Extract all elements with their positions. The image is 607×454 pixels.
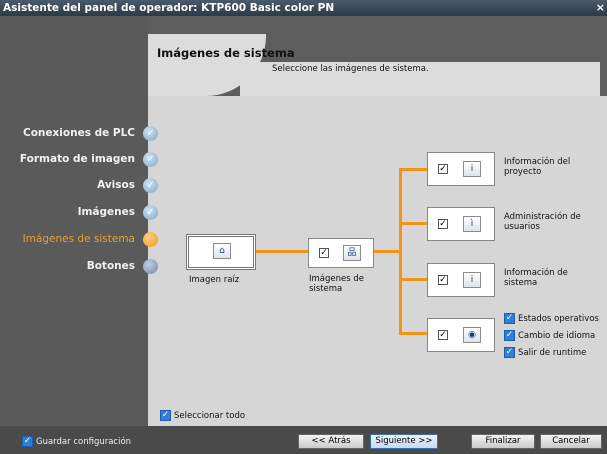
lang-change-checkbox[interactable]: ✓: [504, 330, 515, 341]
finish-button[interactable]: Finalizar: [471, 434, 535, 449]
user-icon: ì: [463, 216, 481, 232]
next-button[interactable]: Siguiente >>: [370, 434, 438, 449]
system-info-checkbox[interactable]: ✓: [438, 275, 448, 285]
runtime-icon: ◉: [463, 327, 481, 343]
page-title: Imágenes de sistema: [157, 46, 295, 60]
project-info-node[interactable]: ✓ i: [427, 152, 495, 186]
check-done-icon: ✓: [143, 178, 158, 193]
project-info-label: Información del proyecto: [504, 157, 571, 177]
connector-line: [255, 250, 308, 253]
check-done-icon: ✓: [143, 152, 158, 167]
select-all-checkbox[interactable]: ✓: [160, 410, 171, 421]
nav-item-system-screens[interactable]: Imágenes de sistema: [0, 232, 162, 248]
back-button[interactable]: << Atrás: [298, 434, 364, 449]
system-screens-label: Imágenes de sistema: [309, 274, 364, 294]
nav-item-screens[interactable]: Imágenes ✓: [0, 205, 162, 221]
current-step-icon: [143, 232, 158, 247]
computer-info-icon: i: [463, 272, 481, 288]
nav-item-plc-connections[interactable]: Conexiones de PLC ✓: [0, 126, 162, 142]
op-states-label: Estados operativos: [518, 314, 599, 324]
save-config-label: Guardar configuración: [36, 437, 132, 447]
nav-item-alarms[interactable]: Avisos ✓: [0, 178, 162, 194]
system-info-label: Información de sistema: [504, 268, 568, 288]
window-title: Asistente del panel de operador: KTP600 …: [3, 2, 335, 14]
page-subtitle: Seleccione las imágenes de sistema.: [272, 64, 429, 74]
network-icon: 品: [343, 245, 361, 261]
root-screen-label: Imagen raíz: [189, 275, 240, 285]
project-info-checkbox[interactable]: ✓: [438, 164, 448, 174]
user-admin-checkbox[interactable]: ✓: [438, 219, 448, 229]
select-all-label: Seleccionar todo: [174, 411, 246, 421]
user-admin-node[interactable]: ✓ ì: [427, 207, 495, 241]
nav-item-screen-format[interactable]: Formato de imagen ✓: [0, 152, 162, 168]
runtime-node[interactable]: ✓ ◉: [427, 318, 495, 352]
operator-panel-wizard: Asistente del panel de operador: KTP600 …: [0, 0, 607, 454]
user-admin-label: Administración de usuarios: [504, 212, 581, 232]
exit-runtime-checkbox[interactable]: ✓: [504, 347, 515, 358]
connector-line: [373, 250, 401, 253]
close-icon[interactable]: ×: [596, 0, 605, 16]
cancel-button[interactable]: Cancelar: [540, 434, 602, 449]
info-icon: i: [463, 161, 481, 177]
window-titlebar: Asistente del panel de operador: KTP600 …: [0, 0, 607, 16]
system-screens-node[interactable]: ✓ 品: [308, 238, 374, 268]
root-screen-node[interactable]: ⌂: [186, 234, 256, 270]
nav-item-label: Imágenes de sistema: [22, 233, 135, 245]
nav-item-label: Conexiones de PLC: [23, 127, 135, 139]
connector-line: [399, 332, 427, 335]
lang-change-label: Cambio de idioma: [518, 331, 596, 341]
check-done-icon: ✓: [143, 205, 158, 220]
connector-line: [399, 278, 427, 281]
connector-line: [399, 222, 427, 225]
home-icon: ⌂: [213, 243, 231, 259]
pending-step-icon: [143, 259, 158, 274]
nav-item-label: Formato de imagen: [19, 153, 135, 165]
system-screens-checkbox[interactable]: ✓: [319, 248, 329, 258]
op-states-checkbox[interactable]: ✓: [504, 313, 515, 324]
nav-item-buttons[interactable]: Botones: [0, 259, 162, 275]
save-config-checkbox[interactable]: ✓: [22, 436, 33, 447]
runtime-checkbox[interactable]: ✓: [438, 330, 448, 340]
exit-runtime-label: Salir de runtime: [518, 348, 587, 358]
check-done-icon: ✓: [143, 126, 158, 141]
nav-item-label: Avisos: [97, 179, 135, 191]
connector-line: [399, 168, 402, 333]
wizard-nav-panel: [0, 16, 148, 426]
connector-line: [399, 168, 427, 171]
system-info-node[interactable]: ✓ i: [427, 263, 495, 297]
nav-item-label: Imágenes: [77, 206, 135, 218]
nav-item-label: Botones: [86, 260, 135, 272]
